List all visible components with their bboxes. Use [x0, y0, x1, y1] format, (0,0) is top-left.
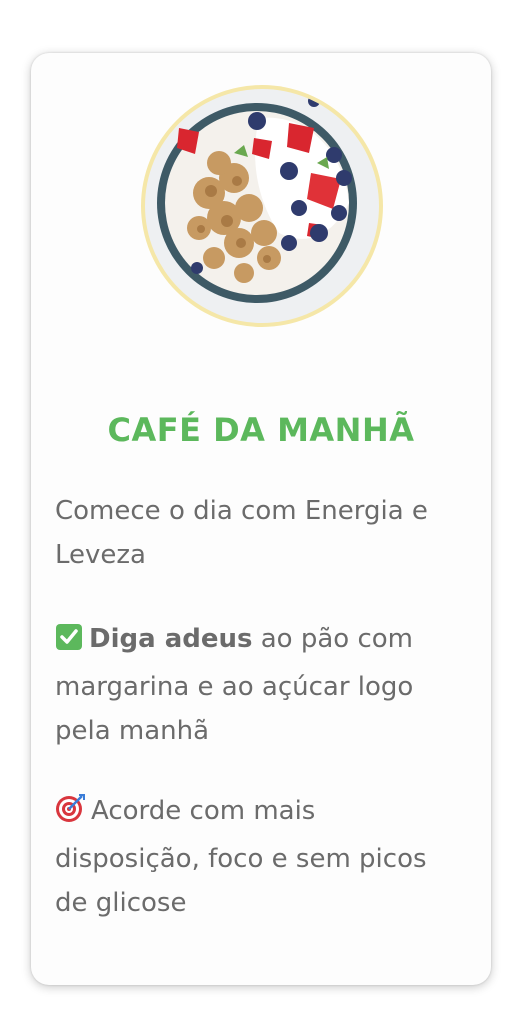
- check-mark-icon: [55, 621, 83, 665]
- benefit-2-text: Acorde com mais disposição, foco e sem p…: [55, 796, 427, 918]
- target-icon: [55, 793, 85, 837]
- benefit-item-2: Acorde com mais disposição, foco e sem p…: [55, 789, 465, 925]
- intro-text: Comece o dia com Energia e Leveza: [55, 496, 428, 570]
- breakfast-card: CAFÉ DA MANHÃ Comece o dia com Energia e…: [31, 53, 491, 985]
- benefit-1-bold: Diga adeus: [89, 624, 253, 654]
- card-title: CAFÉ DA MANHÃ: [107, 411, 415, 449]
- benefit-item-1: Diga adeus ao pão com margarina e ao açú…: [55, 617, 465, 753]
- granola-bowl-image: [139, 83, 385, 329]
